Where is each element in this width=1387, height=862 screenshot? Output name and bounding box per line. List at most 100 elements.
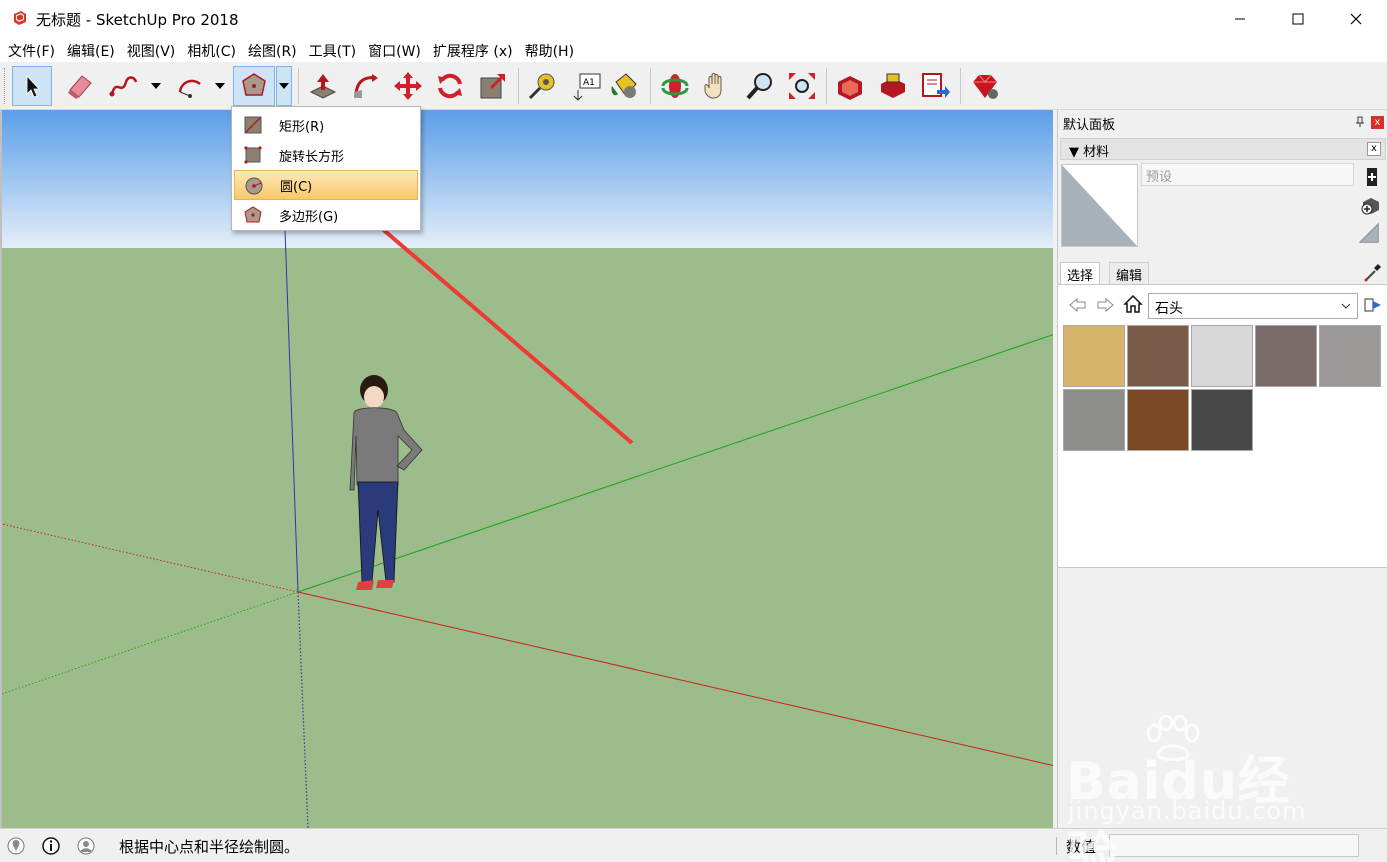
shapes-dropdown[interactable] [276,66,292,106]
circle-icon [245,177,263,195]
toolbar-separator [960,68,961,104]
warehouse-button[interactable] [830,66,870,106]
status-separator [1056,837,1057,855]
current-material-swatch [1061,164,1138,247]
menu-camera[interactable]: 相机(C) [181,38,242,62]
measurements-input[interactable] [1109,834,1359,857]
rectangle-icon [244,116,262,134]
geolocation-icon[interactable] [7,837,25,855]
tab-select[interactable]: 选择 [1060,262,1101,284]
material-swatch[interactable] [1191,325,1253,387]
magnifier-icon [746,73,772,100]
extension-warehouse-icon [881,73,905,98]
material-name-field[interactable]: 预设 [1141,163,1354,186]
pin-icon[interactable] [1354,116,1366,128]
extension-manager-button[interactable] [965,66,1005,106]
menu-draw[interactable]: 绘图(R) [242,38,303,62]
toolbar-separator [518,68,519,104]
tray-title: 默认面板 [1063,118,1116,133]
pan-tool-button[interactable] [697,66,737,106]
freehand-dropdown[interactable] [148,66,164,106]
close-button[interactable] [1327,0,1385,38]
material-swatch[interactable] [1063,389,1125,451]
menu-extensions[interactable]: 扩展程序 (x) [427,38,519,62]
tape-measure-tool-button[interactable] [522,66,562,106]
material-swatch[interactable] [1255,325,1317,387]
sky [2,110,1053,248]
back-arrow-icon[interactable] [1068,295,1088,315]
pan-hand-icon [704,73,722,99]
menu-file[interactable]: 文件(F) [2,38,61,62]
send-to-layout-icon [922,73,950,98]
details-arrow-icon[interactable] [1363,295,1383,315]
menu-item-polygon[interactable]: 多边形(G) [234,200,418,230]
toolbar-separator [298,68,299,104]
material-library-icon[interactable] [1360,194,1382,216]
arc-tool-button[interactable] [170,66,210,106]
move-tool-button[interactable] [388,66,428,106]
maximize-button[interactable] [1269,0,1327,38]
3d-viewport[interactable] [0,110,1053,828]
measurements-label: 数值 [1066,838,1097,856]
select-tool-button[interactable] [12,66,52,106]
zoom-extents-icon [789,73,815,99]
minimize-button[interactable] [1211,0,1269,38]
toolbar-separator [826,68,827,104]
menu-tools[interactable]: 工具(T) [303,38,362,62]
tab-edit[interactable]: 编辑 [1109,262,1150,284]
materials-header[interactable]: ▼ 材料 x [1060,138,1386,160]
chevron-down-icon [151,83,161,89]
user-account-icon[interactable] [77,837,95,855]
eyedropper-icon[interactable] [1363,262,1383,282]
scene-canvas[interactable] [2,110,1053,828]
menu-item-rotated-rectangle[interactable]: 旋转长方形 [234,140,418,170]
rotate-icon [438,73,462,99]
material-swatch[interactable] [1191,389,1253,451]
scale-tool-button[interactable] [473,66,513,106]
send-to-layout-button[interactable] [915,66,955,106]
eraser-tool-button[interactable] [60,66,100,106]
shapes-tool-button[interactable] [233,66,275,106]
menu-item-circle[interactable]: 圆(C) [234,170,418,200]
material-swatch[interactable] [1063,325,1125,387]
menu-item-label: 矩形(R) [279,119,325,135]
material-swatch[interactable] [1319,325,1381,387]
extension-warehouse-button[interactable] [873,66,913,106]
menu-item-rectangle[interactable]: 矩形(R) [234,110,418,140]
default-material-preview [1062,165,1137,246]
maximize-icon [1292,13,1304,25]
home-icon[interactable] [1123,294,1143,314]
toolbar-separator [650,68,651,104]
zoom-tool-button[interactable] [740,66,780,106]
follow-me-tool-button[interactable] [346,66,386,106]
tray-close-button[interactable]: x [1371,116,1384,129]
orbit-tool-button[interactable] [655,66,695,106]
sample-paint-icon[interactable] [1358,222,1380,244]
text-tool-button[interactable]: A1 [566,66,606,106]
menu-help[interactable]: 帮助(H) [519,38,580,62]
materials-close-button[interactable]: x [1367,142,1381,156]
material-library-select[interactable]: 石头 [1148,293,1358,319]
create-material-icon[interactable] [1361,166,1383,188]
menu-window[interactable]: 窗口(W) [362,38,427,62]
polygon-icon [242,73,266,96]
paint-bucket-tool-button[interactable] [604,66,644,106]
orbit-icon [661,74,689,98]
rotate-tool-button[interactable] [430,66,470,106]
menu-item-label: 旋转长方形 [279,149,345,165]
arc-dropdown[interactable] [212,66,228,106]
toolbar-grip[interactable] [4,68,7,104]
menu-item-label: 多边形(G) [279,209,339,225]
forward-arrow-icon[interactable] [1095,295,1115,315]
eraser-icon [68,75,92,99]
tray-empty-area [1058,568,1387,828]
material-swatch[interactable] [1127,389,1189,451]
material-swatch[interactable] [1127,325,1189,387]
freehand-tool-button[interactable] [104,66,144,106]
menu-view[interactable]: 视图(V) [121,38,182,62]
zoom-extents-tool-button[interactable] [782,66,822,106]
credits-info-icon[interactable] [42,837,60,855]
push-pull-tool-button[interactable] [303,66,343,106]
menu-edit[interactable]: 编辑(E) [61,38,121,62]
menu-item-label: 圆(C) [280,179,313,195]
